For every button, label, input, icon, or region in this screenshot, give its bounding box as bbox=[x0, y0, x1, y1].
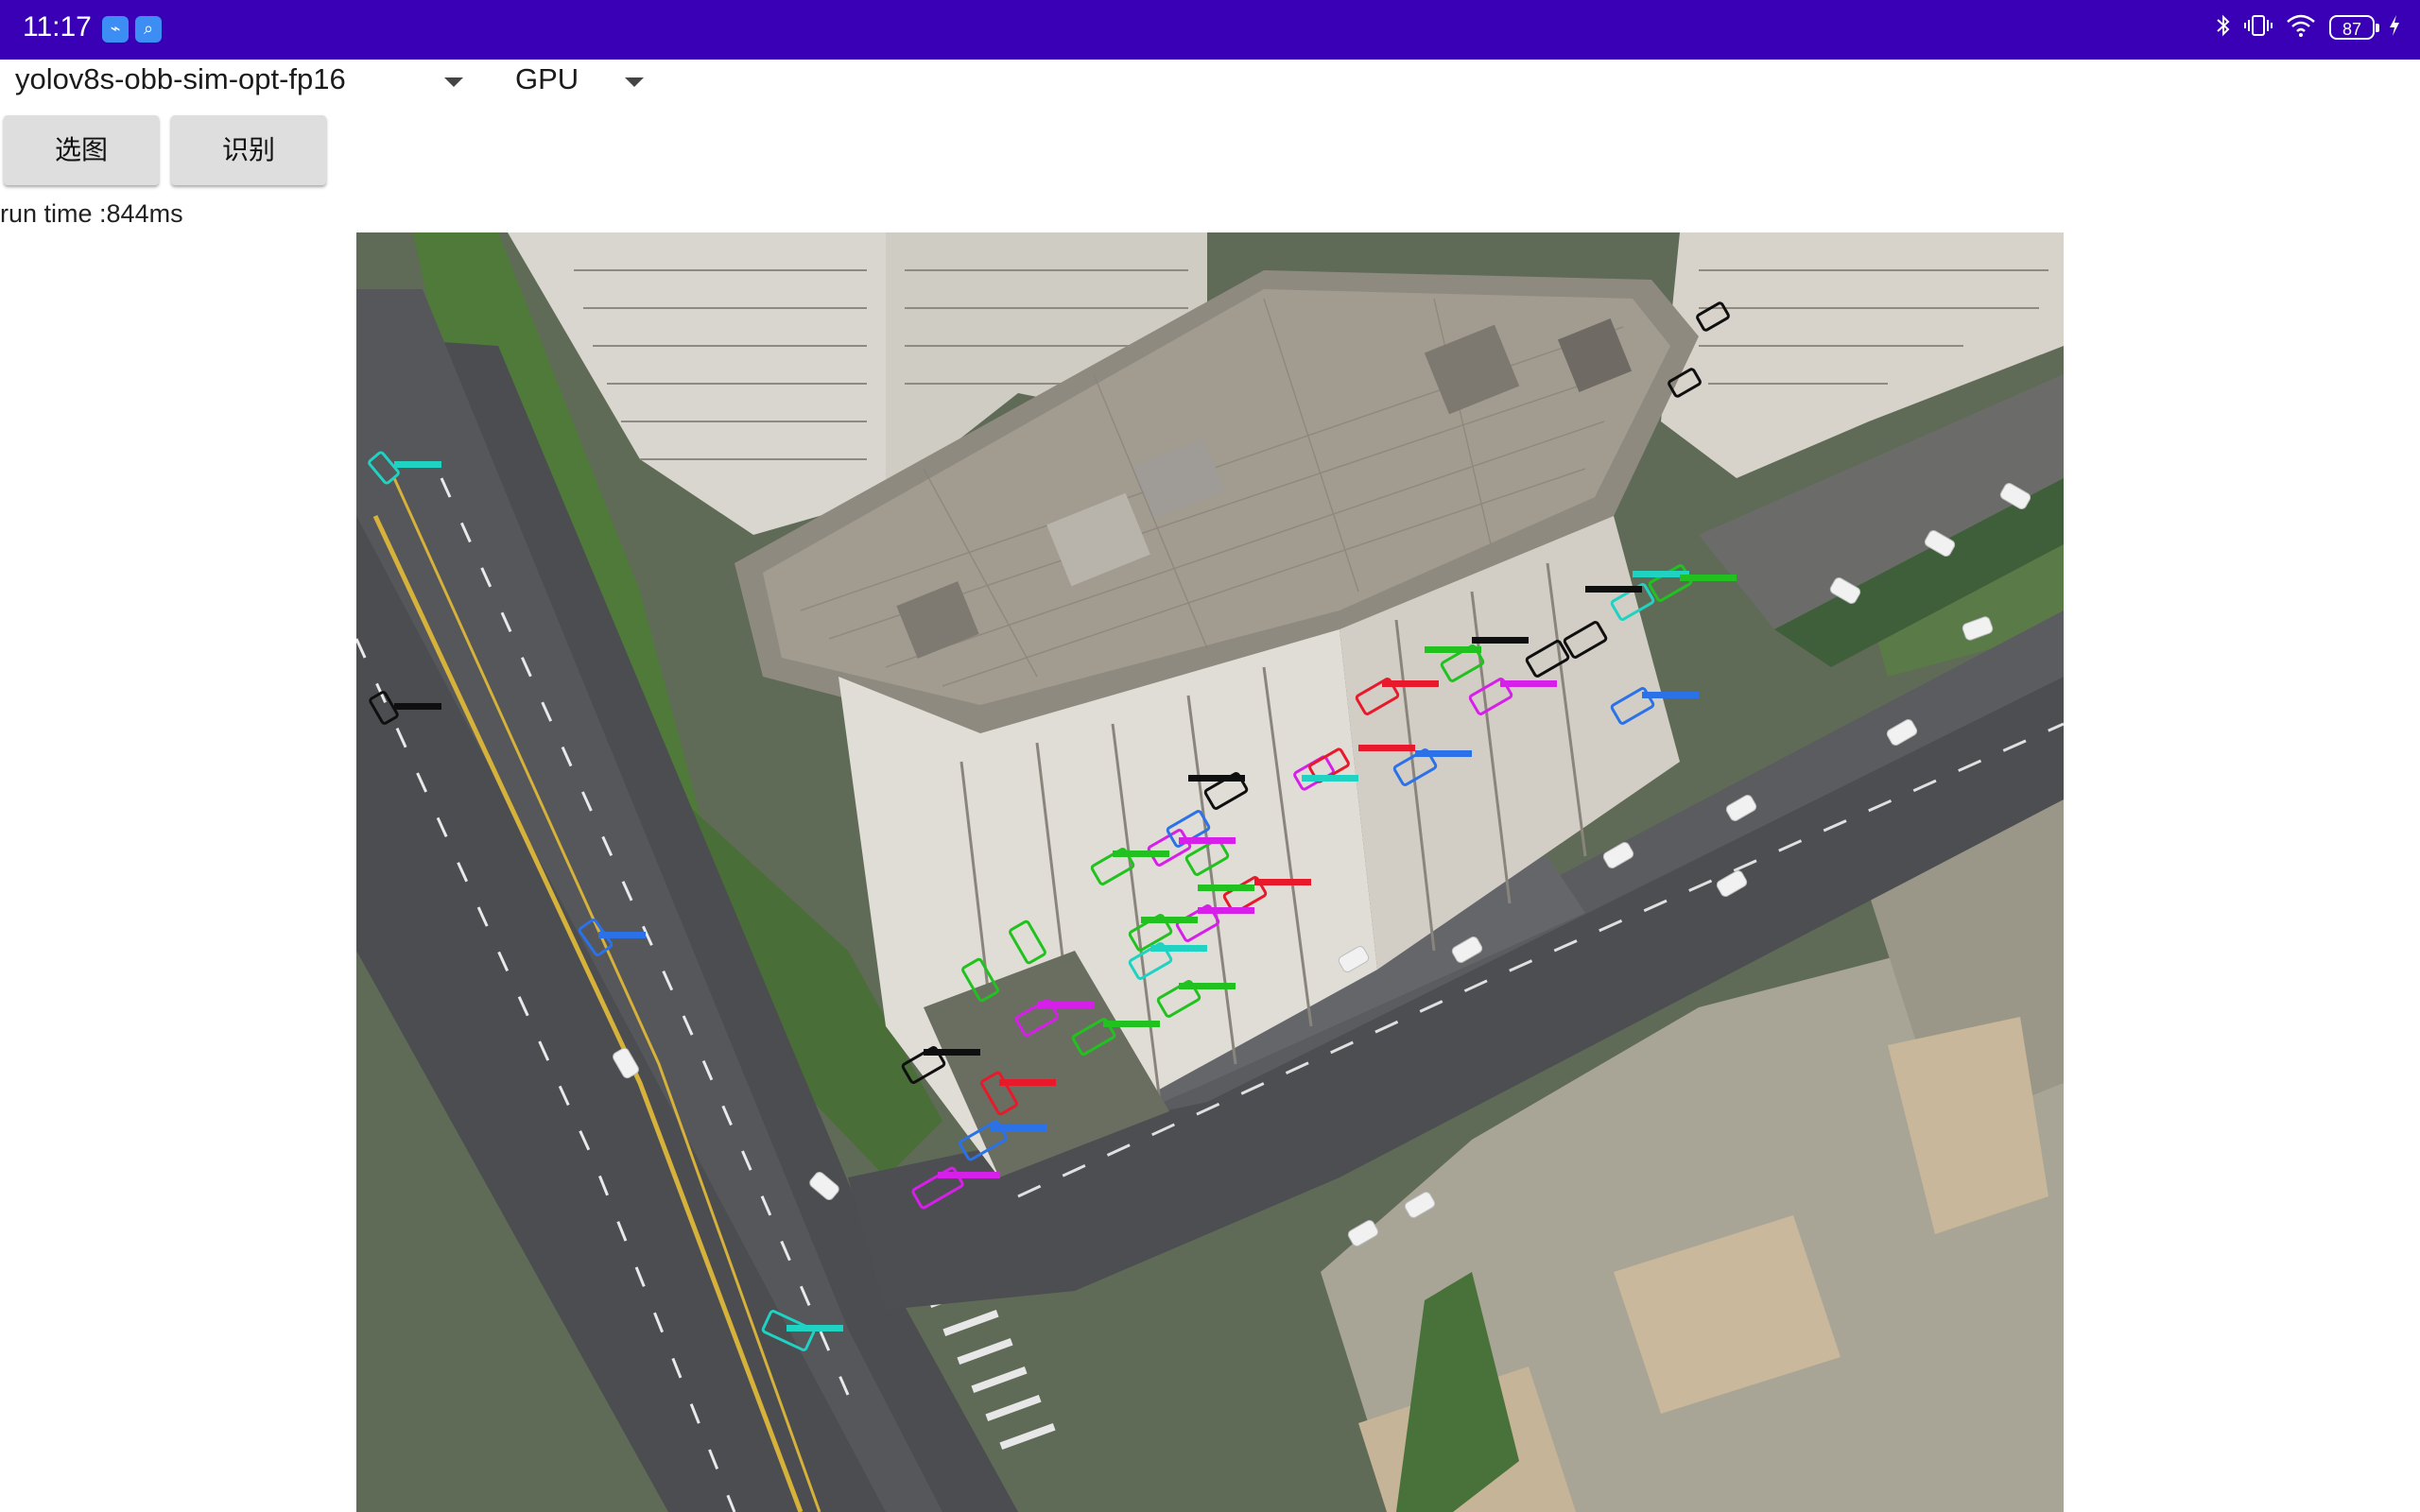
battery-icon: 87 bbox=[2329, 15, 2379, 40]
chevron-down-icon bbox=[444, 77, 463, 87]
vibrate-icon bbox=[2244, 13, 2273, 42]
model-select-value: yolov8s-obb-sim-opt-fp16 bbox=[15, 62, 346, 95]
choose-image-button[interactable]: 选图 bbox=[4, 115, 159, 185]
search-app-icon: ⌕ bbox=[135, 16, 162, 43]
device-select-value: GPU bbox=[515, 62, 579, 95]
device-select[interactable]: GPU bbox=[515, 62, 648, 106]
bluetooth-icon bbox=[2216, 13, 2231, 42]
battery-level: 87 bbox=[2342, 20, 2362, 39]
chevron-down-icon bbox=[625, 77, 644, 87]
run-time-text: run time :844ms bbox=[0, 199, 183, 228]
status-time: 11:17 bbox=[23, 11, 92, 43]
charging-icon bbox=[2388, 13, 2401, 42]
model-select[interactable]: yolov8s-obb-sim-opt-fp16 bbox=[15, 62, 469, 106]
usb-icon: ⌁ bbox=[102, 16, 129, 43]
wifi-icon bbox=[2286, 13, 2316, 42]
detect-button[interactable]: 识别 bbox=[171, 115, 326, 185]
detection-image bbox=[356, 232, 2064, 1512]
status-bar: 11:17 ⌁ ⌕ 87 bbox=[0, 0, 2420, 60]
